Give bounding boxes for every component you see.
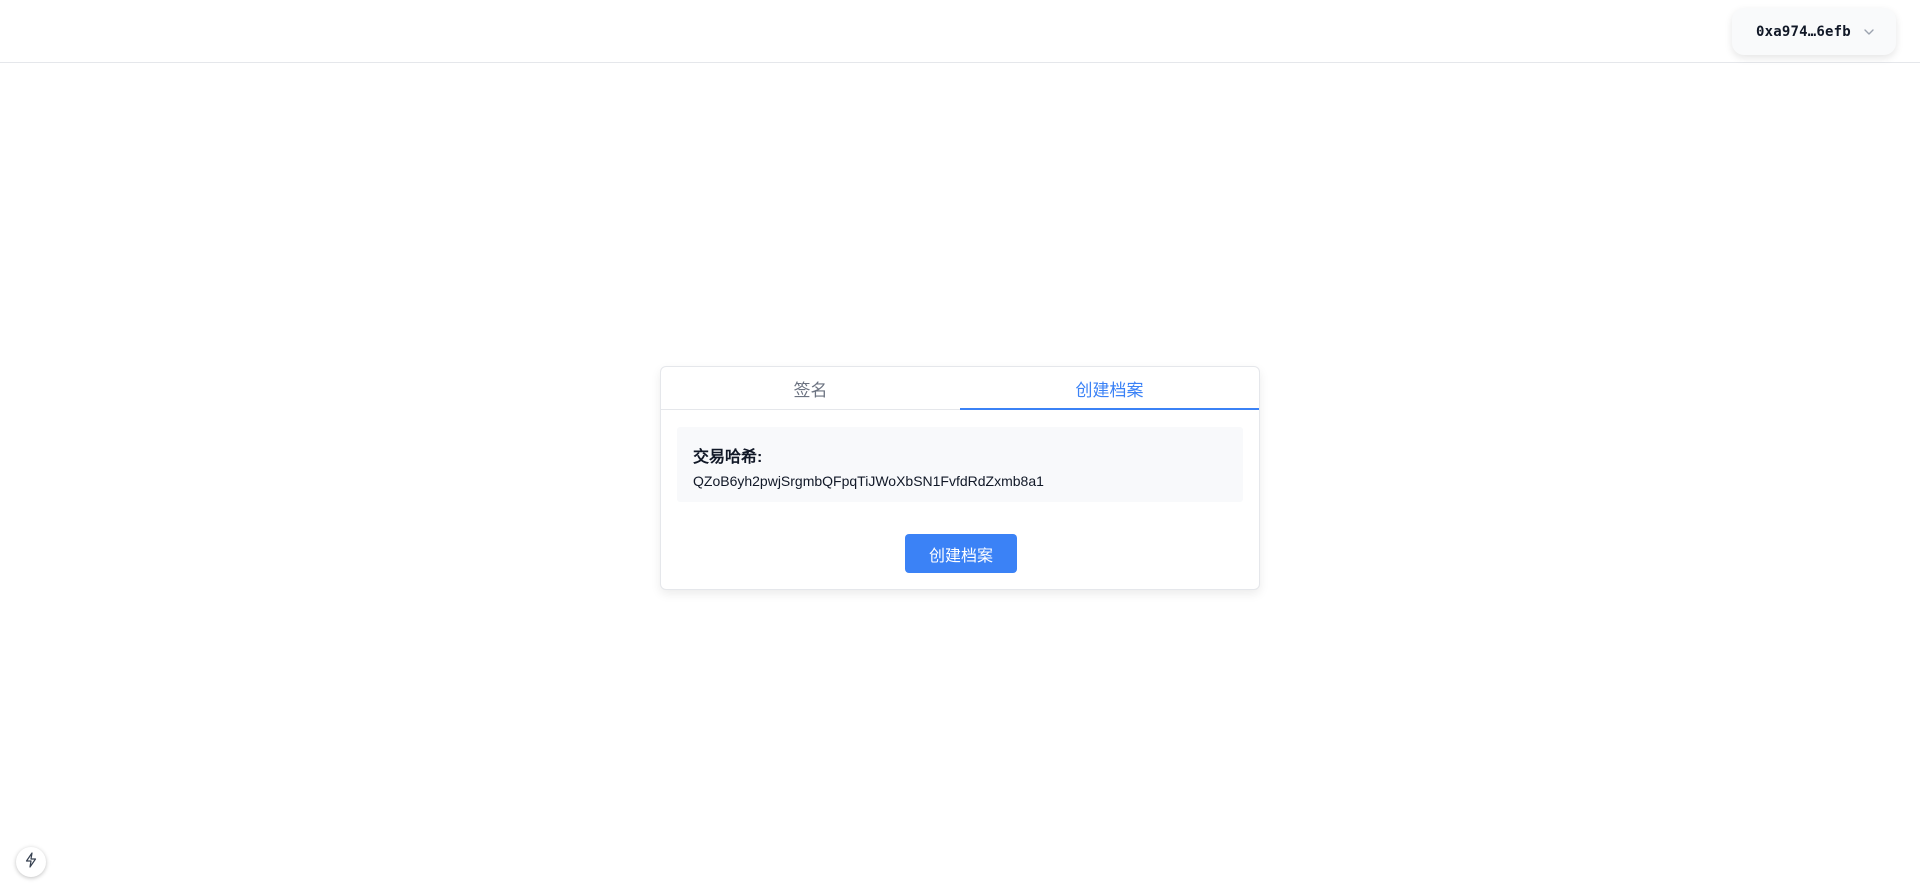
wallet-account-button[interactable]: 0xa974…6efb — [1732, 8, 1896, 55]
tab-create-profile[interactable]: 创建档案 — [960, 367, 1259, 410]
profile-card: 签名 创建档案 交易哈希: QZoB6yh2pwjSrgmbQFpqTiJWoX… — [660, 366, 1260, 590]
transaction-hash-label: 交易哈希: — [693, 449, 763, 466]
tab-sign[interactable]: 签名 — [661, 367, 960, 409]
top-bar: 0xa974…6efb — [0, 0, 1920, 63]
create-profile-button[interactable]: 创建档案 — [905, 534, 1017, 573]
chevron-down-icon — [1863, 26, 1875, 38]
dev-tools-button[interactable] — [16, 847, 46, 877]
lightning-icon — [24, 851, 38, 873]
tab-bar: 签名 创建档案 — [661, 367, 1259, 410]
transaction-hash-value: QZoB6yh2pwjSrgmbQFpqTiJWoXbSN1FvfdRdZxmb… — [693, 473, 1044, 489]
wallet-address: 0xa974…6efb — [1756, 23, 1851, 40]
transaction-hash-box: 交易哈希: QZoB6yh2pwjSrgmbQFpqTiJWoXbSN1Fvfd… — [677, 427, 1243, 502]
